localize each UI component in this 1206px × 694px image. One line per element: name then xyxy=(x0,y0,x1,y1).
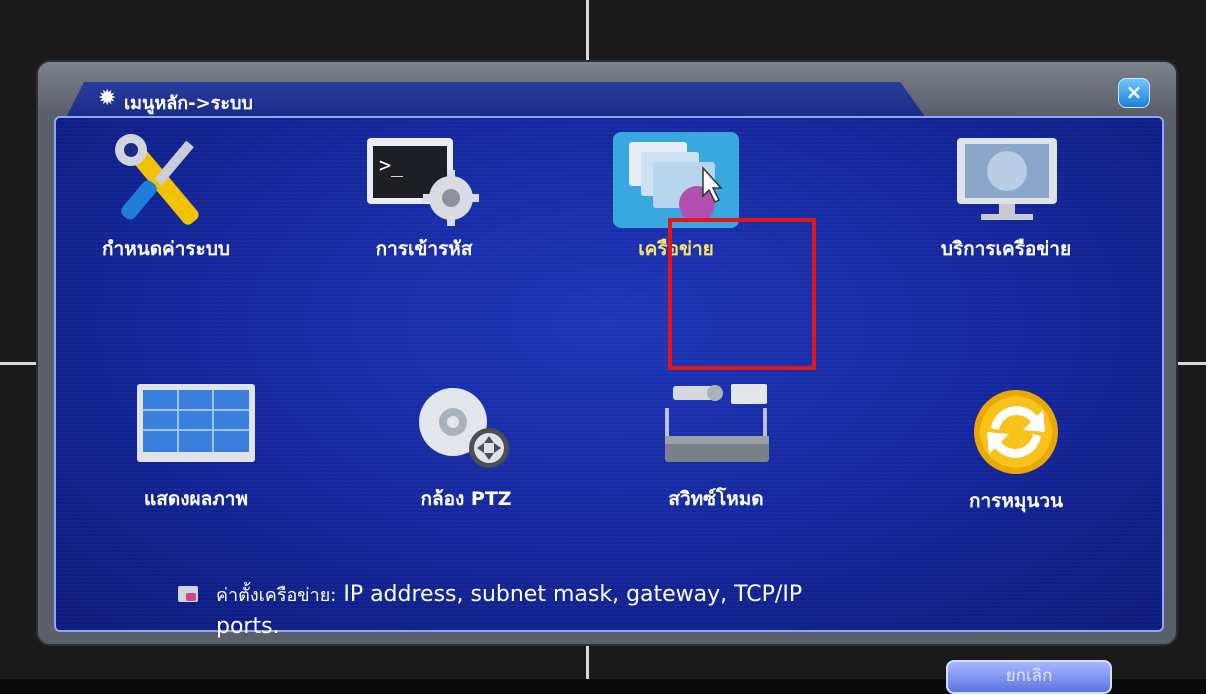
menu-item-label: กำหนดค่าระบบ xyxy=(102,238,230,260)
menu-item-label: สวิทซ์โหมด xyxy=(668,488,764,510)
menu-item-label: บริการเครือข่าย xyxy=(940,238,1072,260)
description-prefix: ค่าตั้งเครือข่าย: xyxy=(216,585,337,606)
dialog-title: เมนูหลัก->ระบบ xyxy=(124,93,253,114)
menu-item-label: เครือข่าย xyxy=(638,238,714,260)
system-menu-dialog: ✹ เมนูหลัก->ระบบ × กำหนดค่าระบบ >_ การเข… xyxy=(38,62,1176,694)
network-icon xyxy=(613,132,739,228)
menu-item-network-service[interactable]: บริการเครือข่าย xyxy=(906,118,1106,268)
menu-item-system-settings[interactable]: กำหนดค่าระบบ xyxy=(66,118,266,268)
ptz-camera-icon xyxy=(419,388,509,468)
menu-item-label: กล้อง PTZ xyxy=(420,488,512,510)
menu-item-label: การหมุนวน xyxy=(968,490,1064,512)
menu-item-encoding[interactable]: >_ การเข้ารหัส xyxy=(324,118,524,268)
display-grid-icon xyxy=(137,384,255,462)
network-info-icon xyxy=(178,586,198,602)
cancel-button[interactable]: ยกเลิก xyxy=(946,660,1112,694)
description-line: ค่าตั้งเครือข่าย: IP address, subnet mas… xyxy=(216,580,802,609)
close-button[interactable]: × xyxy=(1118,78,1150,108)
svg-text:>_: >_ xyxy=(379,153,404,177)
menu-item-display[interactable]: แสดงผลภาพ xyxy=(96,368,296,518)
menu-item-network[interactable]: เครือข่าย xyxy=(576,118,776,268)
menu-item-ptz[interactable]: กล้อง PTZ xyxy=(366,368,566,518)
menu-panel: กำหนดค่าระบบ >_ การเข้ารหัส เครือข่าย บร… xyxy=(54,116,1164,694)
rotate-icon xyxy=(974,390,1058,474)
gear-icon: ✹ xyxy=(98,86,117,111)
description-text: IP address, subnet mask, gateway, TCP/IP xyxy=(343,582,803,607)
tools-icon xyxy=(115,134,199,225)
globe-monitor-icon xyxy=(957,138,1057,220)
switch-mode-icon xyxy=(665,384,769,462)
menu-item-rotation[interactable]: การหมุนวน xyxy=(916,370,1116,520)
menu-item-switch-mode[interactable]: สวิทซ์โหมด xyxy=(616,368,816,518)
menu-item-label: แสดงผลภาพ xyxy=(144,488,248,510)
description-line-2: ports. xyxy=(216,614,280,639)
menu-item-label: การเข้ารหัส xyxy=(375,238,473,260)
terminal-gear-icon: >_ xyxy=(367,138,479,226)
